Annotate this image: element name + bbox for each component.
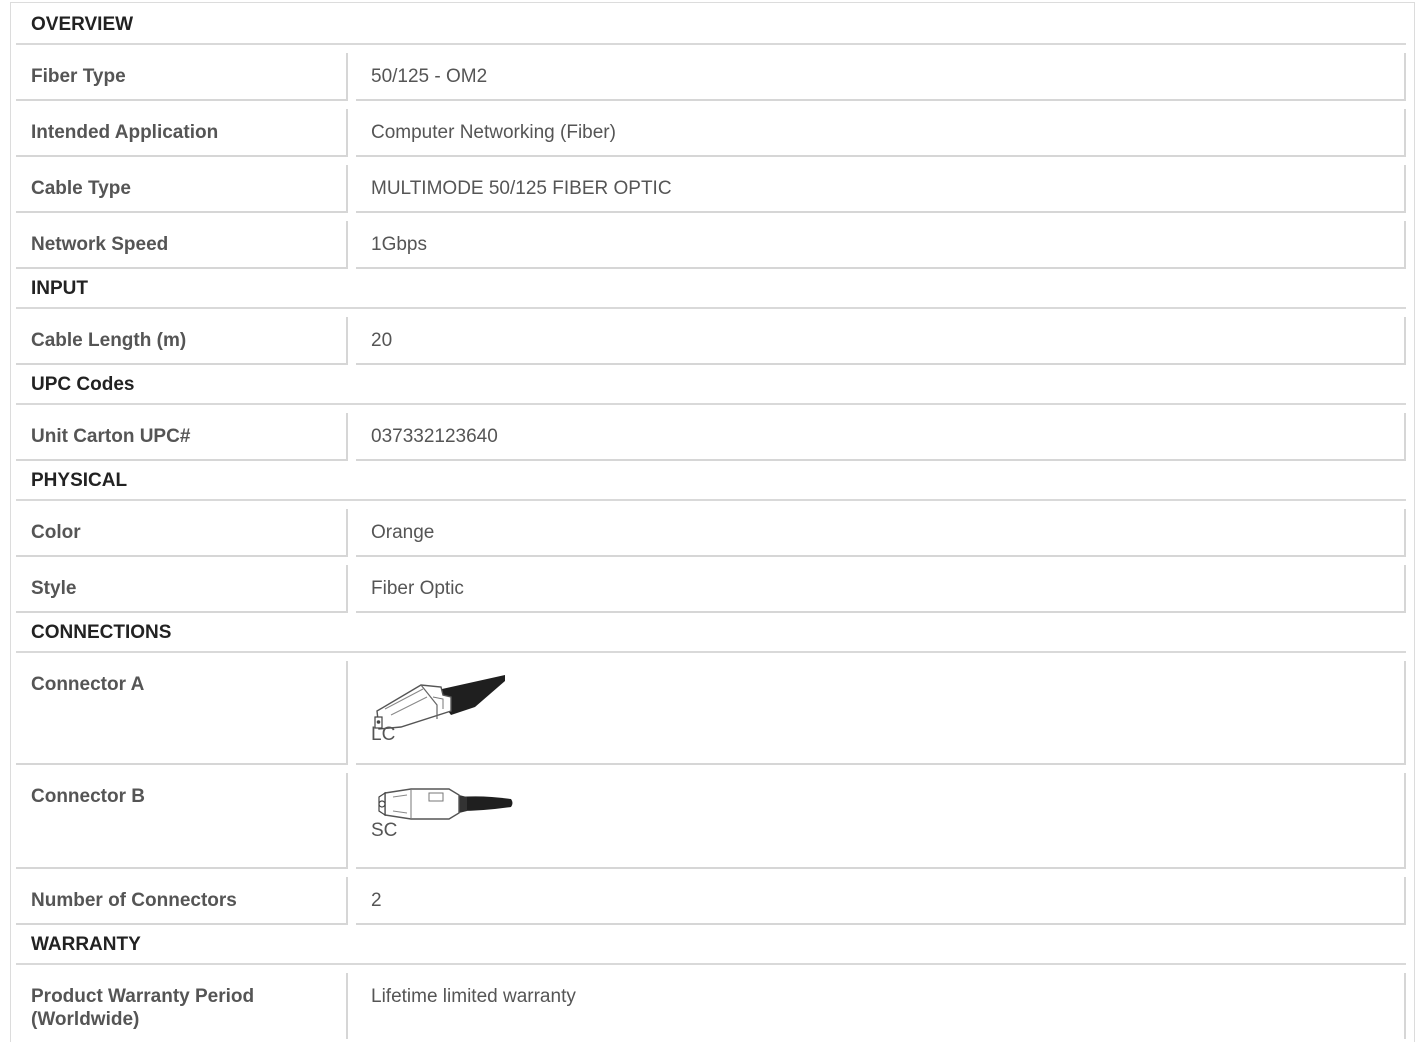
section-overview: OVERVIEW [16,5,1407,45]
section-header: WARRANTY [16,925,1407,965]
connector-type-label: SC [371,820,398,841]
section-input: INPUT [16,269,1407,309]
spec-row-connector-b: Connector B SC [16,773,1407,869]
spec-value: LC [356,661,1407,765]
section-upc-codes: UPC Codes [16,365,1407,405]
spec-row-cable-type: Cable Type MULTIMODE 50/125 FIBER OPTIC [16,165,1407,213]
spec-label: Style [16,565,348,613]
section-header: OVERVIEW [16,5,1407,45]
spec-value: 2 [356,877,1407,925]
spec-row-cable-length: Cable Length (m) 20 [16,317,1407,365]
spec-value: SC [356,773,1407,869]
spec-value: 50/125 - OM2 [356,53,1407,101]
spec-label: Connector B [16,773,348,869]
spec-label: Cable Type [16,165,348,213]
spec-value: Lifetime limited warranty [356,973,1407,1039]
spec-row-number-of-connectors: Number of Connectors 2 [16,877,1407,925]
spec-row-fiber-type: Fiber Type 50/125 - OM2 [16,53,1407,101]
spec-row-color: Color Orange [16,509,1407,557]
spec-label: Number of Connectors [16,877,348,925]
spec-row-unit-carton-upc: Unit Carton UPC# 037332123640 [16,413,1407,461]
section-header: UPC Codes [16,365,1407,405]
connector-type-label: LC [371,724,396,745]
spec-label: Intended Application [16,109,348,157]
section-warranty: WARRANTY [16,925,1407,965]
section-header: CONNECTIONS [16,613,1407,653]
spec-value: 20 [356,317,1407,365]
spec-label: Network Speed [16,221,348,269]
spec-row-style: Style Fiber Optic [16,565,1407,613]
spec-label: Fiber Type [16,53,348,101]
spec-label: Color [16,509,348,557]
spec-value: Fiber Optic [356,565,1407,613]
spec-row-connector-a: Connector A LC [16,661,1407,765]
spec-label: Unit Carton UPC# [16,413,348,461]
spec-value: Computer Networking (Fiber) [356,109,1407,157]
spec-label: Cable Length (m) [16,317,348,365]
spec-label: Connector A [16,661,348,765]
section-header: INPUT [16,269,1407,309]
spec-row-warranty-period: Product Warranty Period (Worldwide) Life… [16,973,1407,1039]
spec-row-network-speed: Network Speed 1Gbps [16,221,1407,269]
section-connections: CONNECTIONS [16,613,1407,653]
spec-label: Product Warranty Period (Worldwide) [16,973,348,1039]
spec-row-intended-application: Intended Application Computer Networking… [16,109,1407,157]
spec-value: MULTIMODE 50/125 FIBER OPTIC [356,165,1407,213]
section-header: PHYSICAL [16,461,1407,501]
lc-connector-icon [374,675,505,730]
section-physical: PHYSICAL [16,461,1407,501]
spec-value: 037332123640 [356,413,1407,461]
spec-value: 1Gbps [356,221,1407,269]
spec-value: Orange [356,509,1407,557]
spec-table: OVERVIEW Fiber Type 50/125 - OM2 Intende… [16,5,1407,1039]
